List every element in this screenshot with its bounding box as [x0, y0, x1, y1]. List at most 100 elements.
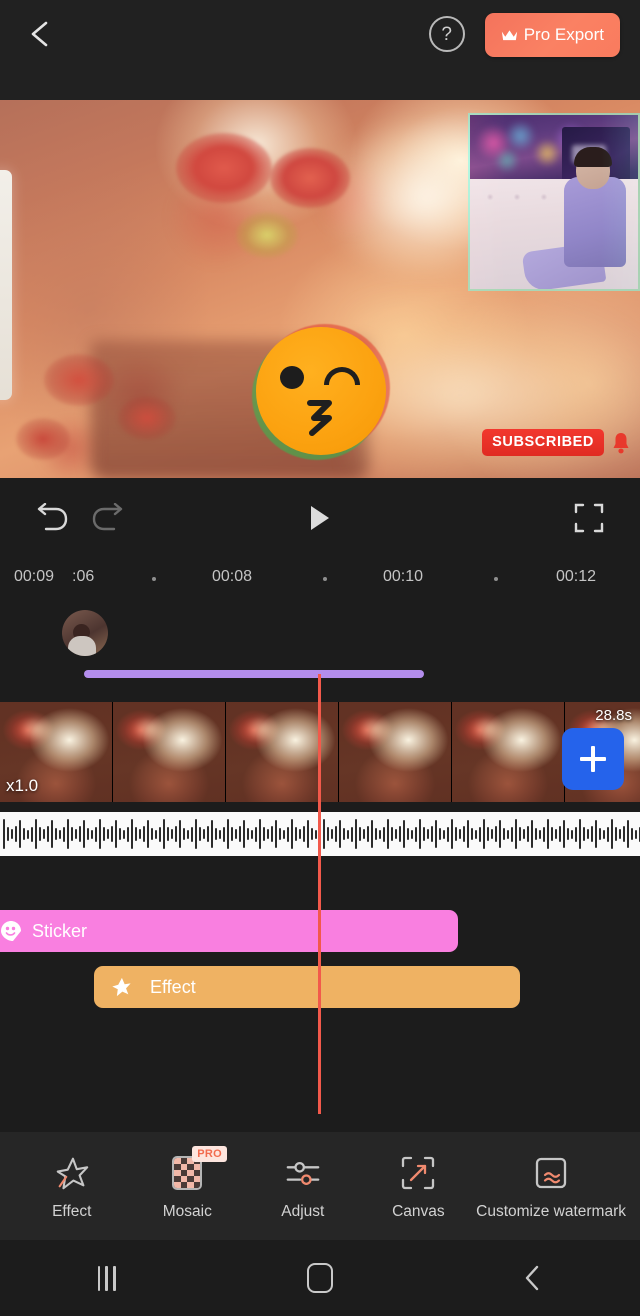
back-button[interactable] [20, 12, 60, 56]
waveform-bar [355, 819, 357, 849]
overlay-clip-bar[interactable] [84, 670, 424, 678]
track-spacer [0, 856, 640, 910]
play-button[interactable] [293, 491, 347, 545]
waveform-bar [187, 829, 189, 839]
video-preview[interactable]: SUBSCRIBED [0, 100, 640, 478]
audio-waveform-track[interactable] [0, 812, 640, 856]
help-button[interactable]: ? [428, 16, 465, 52]
waveform-bar [79, 826, 81, 842]
tool-adjust[interactable]: Adjust [245, 1152, 361, 1221]
preview-flower [270, 148, 350, 208]
waveform-bar [471, 828, 473, 840]
waveform-bar [527, 826, 529, 842]
waveform-bar [599, 828, 601, 840]
waveform-bar [259, 819, 261, 849]
waveform-bar [159, 826, 161, 842]
waveform-bar [207, 826, 209, 842]
waveform-bar [323, 819, 325, 849]
tool-mosaic[interactable]: PRO Mosaic [130, 1145, 246, 1221]
sticker-track-row: Sticker [0, 910, 640, 952]
waveform-bar [311, 828, 313, 840]
pro-export-button[interactable]: Pro Export [484, 13, 620, 57]
waveform-bar [427, 829, 429, 839]
waveform-bar [27, 829, 29, 839]
waveform-bar [47, 826, 49, 842]
waveform-bar [579, 819, 581, 849]
waveform-bar [263, 827, 265, 841]
waveform-bar [75, 829, 77, 839]
waveform-bar [191, 826, 193, 842]
fullscreen-button[interactable] [562, 491, 616, 545]
clip-row-spacer [0, 952, 640, 966]
waveform-bar [111, 826, 113, 842]
waveform-bar [367, 826, 369, 842]
timeline-ruler[interactable]: 00:09 :06 00:08 00:10 00:12 [0, 558, 640, 602]
waveform-bar [283, 829, 285, 839]
filmstrip-frame[interactable] [226, 702, 339, 802]
waveform-bar [559, 826, 561, 842]
redo-button[interactable] [80, 491, 134, 545]
crown-icon [501, 29, 517, 40]
waveform-bar [351, 826, 353, 842]
waveform-bar [419, 819, 421, 849]
waveform-bar [303, 826, 305, 842]
nav-back-button[interactable] [427, 1264, 640, 1292]
undo-button[interactable] [26, 491, 80, 545]
waveform-bar [563, 820, 565, 848]
effect-star-icon [51, 1152, 93, 1194]
effect-clip[interactable]: Effect [94, 966, 520, 1008]
waveform-bar [575, 826, 577, 842]
waveform-bar [439, 828, 441, 840]
system-navigation-bar [0, 1240, 640, 1316]
waveform-bar [539, 829, 541, 839]
waveform-bar [511, 826, 513, 842]
add-clip-button[interactable] [562, 728, 624, 790]
waveform-bar [91, 829, 93, 839]
waveform-bar [251, 829, 253, 839]
picture-in-picture-overlay[interactable] [468, 113, 640, 291]
waveform-bar [227, 819, 229, 849]
nav-home-button[interactable] [213, 1263, 426, 1293]
preview-flower [16, 418, 70, 460]
effect-star-icon [112, 977, 131, 997]
waveform-bar [371, 820, 373, 848]
waveform-bar [395, 829, 397, 839]
tool-canvas[interactable]: Canvas [361, 1152, 477, 1221]
waveform-bar [163, 819, 165, 849]
waveform-bar [99, 819, 101, 849]
subscribed-sticker[interactable]: SUBSCRIBED [482, 429, 632, 456]
tool-effect[interactable]: Effect [14, 1152, 130, 1221]
emoji-face [256, 327, 386, 455]
video-filmstrip-track[interactable]: x1.0 28.8s [0, 702, 640, 802]
waveform-bar [39, 827, 41, 841]
tool-customize-watermark[interactable]: Customize watermark [476, 1152, 626, 1221]
mosaic-grid-icon: PRO [166, 1145, 228, 1194]
waveform-bar [483, 819, 485, 849]
filmstrip-frame[interactable] [339, 702, 452, 802]
sticker-clip[interactable]: Sticker [0, 910, 458, 952]
waveform-bar [203, 829, 205, 839]
waveform-bar [399, 826, 401, 842]
kissing-wink-emoji-sticker[interactable] [252, 324, 390, 460]
waveform-bar [287, 826, 289, 842]
duration-badge: 28.8s [595, 707, 632, 724]
overlay-clip-thumbnail[interactable] [62, 610, 108, 656]
nav-recents-button[interactable] [0, 1265, 213, 1291]
waveform-bar [635, 829, 637, 839]
waveform-bar [151, 828, 153, 840]
waveform-bar [7, 827, 9, 841]
fullscreen-icon [574, 503, 604, 533]
tool-label: Effect [52, 1202, 92, 1220]
waveform-bar [523, 829, 525, 839]
subscribed-badge: SUBSCRIBED [482, 429, 604, 456]
filmstrip-frame[interactable] [452, 702, 565, 802]
ruler-tick-label: :06 [72, 568, 95, 585]
waveform-bar [115, 820, 117, 848]
waveform-bar [423, 827, 425, 841]
waveform-bar [131, 819, 133, 849]
preview-flower [176, 133, 272, 203]
watermark-icon [530, 1152, 572, 1194]
filmstrip-frame[interactable] [113, 702, 226, 802]
waveform-bar [11, 829, 13, 839]
emoji-eye-wink [324, 367, 360, 385]
